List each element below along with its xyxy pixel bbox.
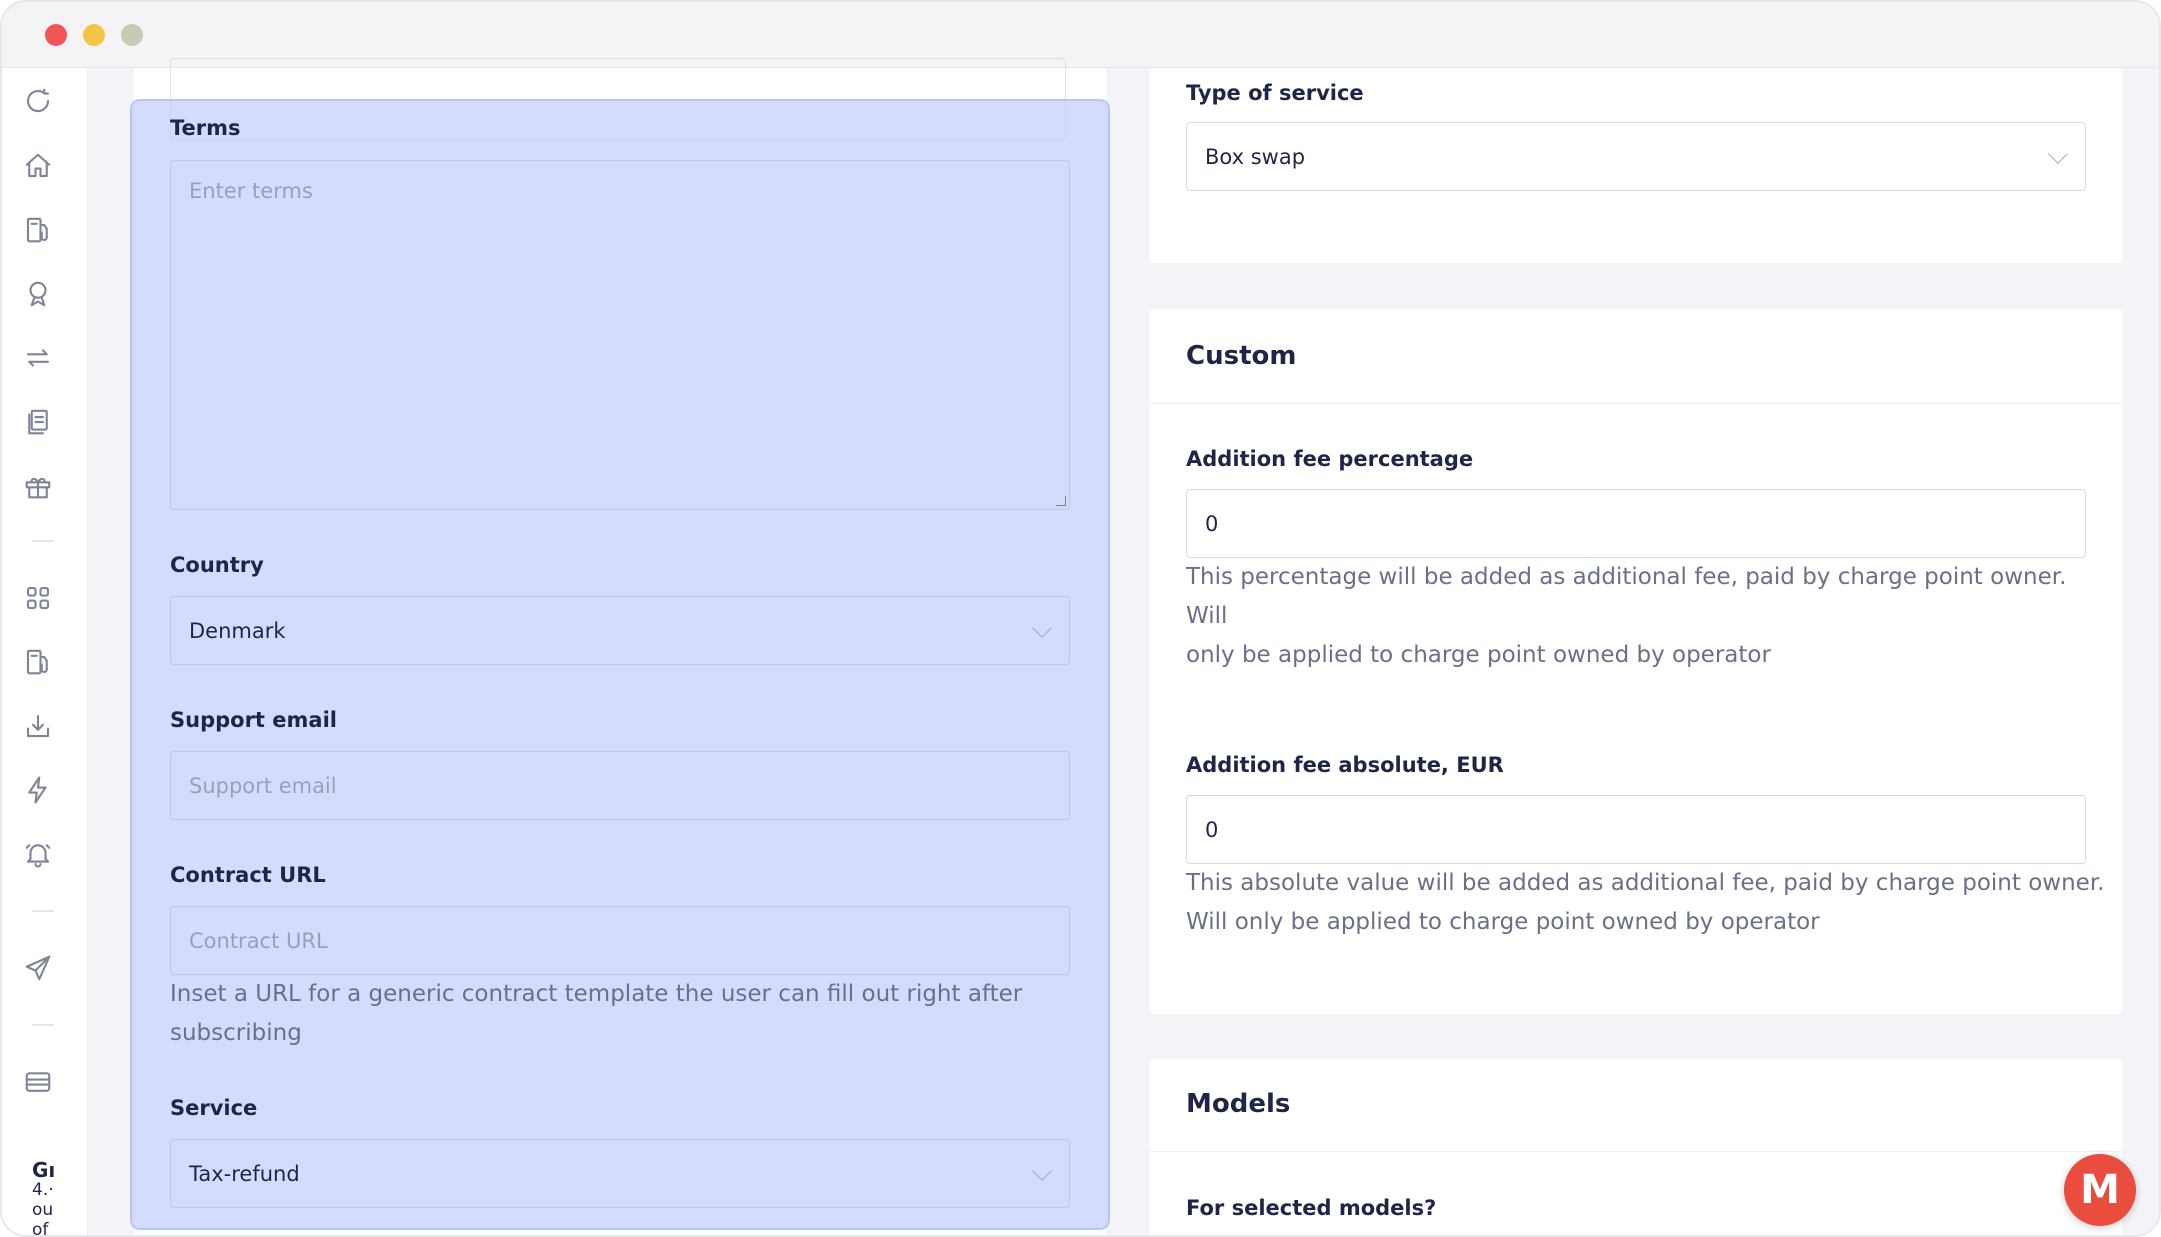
terms-textarea[interactable]: Enter terms — [170, 160, 1070, 510]
card-icon[interactable] — [22, 1066, 54, 1098]
refresh-icon[interactable] — [22, 85, 54, 117]
addition-fee-percentage-value: 0 — [1205, 511, 1219, 536]
bolt-icon[interactable] — [22, 774, 54, 806]
contract-url-help-line: subscribing — [170, 1020, 302, 1046]
app-window: Gı 4.· ou of Terms Enter terms Country D… — [0, 0, 2161, 1237]
zoom-window-button[interactable] — [121, 24, 143, 46]
contract-url-help-line: Inset a URL for a generic contract templ… — [170, 981, 1023, 1007]
bell-icon[interactable] — [22, 838, 54, 870]
sidebar: Gı 4.· ou of — [2, 68, 88, 1237]
addition-fee-percentage-input[interactable]: 0 — [1186, 489, 2086, 558]
sidebar-divider — [32, 910, 54, 912]
addition-fee-absolute-help-line: This absolute value will be added as add… — [1186, 870, 2105, 896]
addition-fee-absolute-help-line: Will only be applied to charge point own… — [1186, 909, 1820, 935]
close-window-button[interactable] — [45, 24, 67, 46]
support-email-label: Support email — [170, 708, 337, 732]
card-divider — [1150, 1151, 2122, 1152]
addition-fee-percentage-help-line: only be applied to charge point owned by… — [1186, 642, 1771, 668]
card-divider — [1150, 403, 2122, 404]
addition-fee-absolute-value: 0 — [1205, 817, 1219, 842]
addition-fee-percentage-help-line: This percentage will be added as additio… — [1186, 564, 2067, 629]
sidebar-footer: Gı 4.· ou of — [32, 1158, 56, 1237]
sidebar-footer-line: Gı — [32, 1158, 56, 1182]
custom-card-title: Custom — [1186, 341, 1297, 371]
badge-icon[interactable] — [22, 278, 54, 310]
fuel-station-icon[interactable] — [22, 646, 54, 678]
chat-launcher-label: M — [2080, 1167, 2120, 1213]
addition-fee-absolute-label: Addition fee absolute, EUR — [1186, 753, 1504, 777]
chevron-down-icon — [1032, 617, 1052, 638]
contract-url-input[interactable]: Contract URL — [170, 906, 1070, 975]
type-of-service-label: Type of service — [1186, 81, 1364, 105]
type-of-service-value: Box swap — [1205, 144, 1306, 169]
addition-fee-absolute-help: This absolute value will be added as add… — [1186, 864, 2106, 942]
grid-icon[interactable] — [22, 582, 54, 614]
type-of-service-select[interactable]: Box swap — [1186, 122, 2086, 191]
support-email-placeholder: Support email — [189, 773, 337, 798]
terms-label: Terms — [170, 116, 241, 140]
sidebar-divider — [32, 1024, 54, 1026]
home-icon[interactable] — [22, 150, 54, 182]
minimize-window-button[interactable] — [83, 24, 105, 46]
contract-url-placeholder: Contract URL — [189, 928, 328, 953]
chevron-down-icon — [2048, 143, 2068, 164]
documents-icon[interactable] — [22, 406, 54, 438]
service-select[interactable]: Tax-refund — [170, 1139, 1070, 1208]
contract-url-label: Contract URL — [170, 863, 326, 887]
models-card: Models For selected models? — [1150, 1059, 2122, 1235]
models-card-title: Models — [1186, 1089, 1291, 1119]
sidebar-footer-line: 4.· — [32, 1180, 54, 1200]
download-icon[interactable] — [22, 710, 54, 742]
country-label: Country — [170, 553, 264, 577]
swap-icon[interactable] — [22, 342, 54, 374]
service-type-card: Type of service Box swap — [1150, 68, 2122, 263]
service-value: Tax-refund — [189, 1161, 300, 1186]
sidebar-footer-line: ou — [32, 1200, 54, 1220]
chevron-down-icon — [1032, 1160, 1052, 1181]
country-value: Denmark — [189, 618, 286, 643]
sidebar-footer-line: of — [32, 1220, 49, 1237]
addition-fee-percentage-help: This percentage will be added as additio… — [1186, 558, 2106, 675]
for-selected-models-label: For selected models? — [1186, 1196, 1437, 1220]
chat-launcher-button[interactable]: M — [2064, 1154, 2136, 1226]
resize-handle-icon[interactable] — [1056, 496, 1066, 506]
gift-icon[interactable] — [22, 470, 54, 502]
custom-card: Custom Addition fee percentage 0 This pe… — [1150, 309, 2122, 1014]
addition-fee-percentage-label: Addition fee percentage — [1186, 447, 1474, 471]
country-select[interactable]: Denmark — [170, 596, 1070, 665]
service-label: Service — [170, 1096, 258, 1120]
sidebar-divider — [32, 540, 54, 542]
contract-url-help: Inset a URL for a generic contract templ… — [170, 975, 1090, 1053]
support-email-input[interactable]: Support email — [170, 751, 1070, 820]
addition-fee-absolute-input[interactable]: 0 — [1186, 795, 2086, 864]
terms-placeholder: Enter terms — [189, 179, 313, 203]
send-icon[interactable] — [22, 952, 54, 984]
fuel-station-icon[interactable] — [22, 214, 54, 246]
